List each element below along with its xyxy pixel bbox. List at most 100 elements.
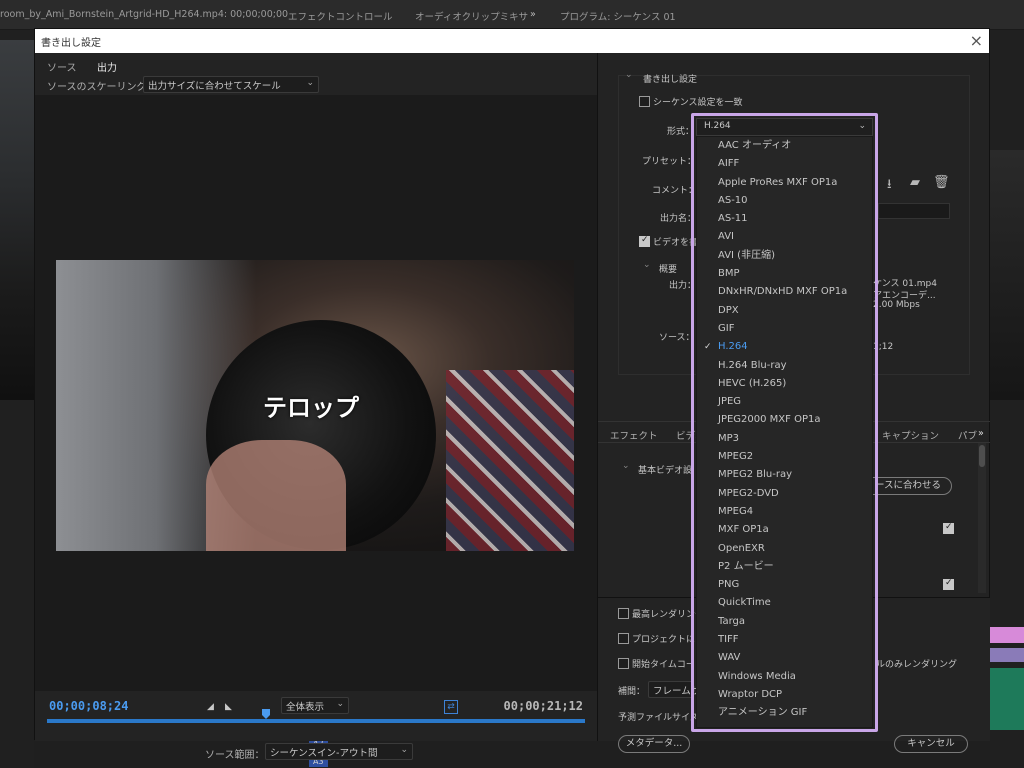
mark-out-icon[interactable]: ◣ — [225, 702, 232, 712]
source-tab[interactable]: room_by_Ami_Bornstein_Artgrid-HD_H264.mp… — [0, 9, 288, 20]
metadata-button[interactable]: メタデータ... — [618, 735, 690, 753]
format-option-label: MPEG2 — [718, 451, 754, 463]
timeline-clip-video-2[interactable] — [990, 648, 1024, 662]
format-option[interactable]: Apple ProRes MXF OP1a — [697, 174, 872, 192]
summary-output-line3: 2.00 Mbps — [873, 300, 920, 310]
format-option-label: MPEG4 — [718, 505, 754, 517]
format-option[interactable]: MP3 — [697, 430, 872, 448]
zoom-select[interactable]: 全体表示 ⌄ — [281, 697, 349, 714]
format-option[interactable]: MPEG2-DVD — [697, 485, 872, 503]
format-option[interactable]: AS-10 — [697, 192, 872, 210]
source-range-select[interactable]: シーケンスイン-アウト間 ⌄ — [265, 743, 413, 760]
audio-clip-mixer-tab[interactable]: オーディオクリップミキサ — [415, 9, 528, 23]
use-proxy-checkbox[interactable] — [618, 633, 629, 644]
format-option[interactable]: TIFF — [697, 631, 872, 649]
format-select[interactable]: H.264 ⌄ — [696, 118, 873, 136]
format-option-label: DPX — [718, 304, 739, 316]
format-option[interactable]: BMP — [697, 265, 872, 283]
timeline-track-area: A2 A3 — [34, 738, 990, 768]
format-option[interactable]: PNG — [697, 576, 872, 594]
dialog-titlebar: 書き出し設定 × — [35, 29, 989, 53]
delete-preset-icon[interactable]: 🗑 — [933, 175, 950, 190]
format-option-label: H.264 — [718, 341, 748, 353]
aspect-toggle-icon[interactable]: ⇄ — [444, 700, 458, 714]
cancel-button[interactable]: キャンセル — [894, 735, 968, 753]
tab-captions[interactable]: キャプション — [882, 428, 939, 442]
format-option[interactable]: MPEG2 Blu-ray — [697, 466, 872, 484]
collapse-chevron-icon[interactable]: ⌄ — [625, 70, 633, 80]
format-option[interactable]: WAV — [697, 649, 872, 667]
format-option[interactable]: DNxHR/DNxHD MXF OP1a — [697, 283, 872, 301]
format-option[interactable]: MPEG4 — [697, 503, 872, 521]
format-option[interactable]: アニメーション GIF — [697, 704, 872, 722]
effect-controls-tab[interactable]: エフェクトコントロール — [288, 9, 393, 23]
close-icon[interactable]: × — [970, 31, 983, 50]
timecode-row: 00;00;08;24 ◢ ◣ 全体表示 ⌄ ⇄ 00;00;21;12 — [35, 691, 597, 741]
section-title: 書き出し設定 — [643, 75, 698, 85]
tab-publish[interactable]: パブ — [958, 428, 977, 442]
format-option-label: QuickTime — [718, 597, 771, 609]
timeline-clip-audio[interactable] — [990, 668, 1024, 730]
save-preset-icon[interactable]: ⭳ — [887, 175, 892, 197]
format-option[interactable]: AIFF — [697, 155, 872, 173]
format-select-value: H.264 — [704, 121, 731, 131]
preview-pane: ソース 出力 ソースのスケーリング： 出力サイズに合わせてスケール ⌄ テロップ… — [35, 53, 597, 761]
format-option-label: MPEG2-DVD — [718, 487, 779, 499]
timeline-clip-video[interactable] — [990, 627, 1024, 643]
format-option-label: AAC オーディオ — [718, 140, 792, 151]
format-option[interactable]: HEVC (H.265) — [697, 375, 872, 393]
import-preset-icon[interactable]: ▰ — [910, 175, 920, 190]
panel-overflow-icon[interactable]: » — [530, 9, 536, 20]
program-monitor-tab[interactable]: プログラム: シーケンス 01 — [560, 9, 676, 23]
start-timecode-label: 開始タイムコー — [632, 660, 695, 670]
match-sequence-checkbox[interactable] — [639, 96, 650, 107]
tab-effects[interactable]: エフェクト — [610, 428, 658, 442]
format-option[interactable]: MPEG2 — [697, 448, 872, 466]
video-option-checkbox[interactable] — [943, 522, 954, 534]
max-render-checkbox[interactable] — [618, 608, 629, 619]
collapse-chevron-icon[interactable]: ⌄ — [622, 461, 630, 471]
format-option-label: AIFF — [718, 158, 740, 170]
format-option-label: H.264 Blu-ray — [718, 359, 787, 371]
format-option[interactable]: MXF OP1a — [697, 521, 872, 539]
format-option[interactable]: JPEG2000 MXF OP1a — [697, 411, 872, 429]
format-option-label: WAV — [718, 652, 741, 664]
scrub-bar[interactable] — [47, 719, 585, 723]
tabs-overflow-icon[interactable]: » — [978, 428, 984, 439]
collapse-chevron-icon[interactable]: ⌄ — [643, 260, 651, 270]
mark-in-icon[interactable]: ◢ — [207, 702, 214, 712]
format-option[interactable]: AVI (非圧縮) — [697, 247, 872, 265]
format-option[interactable]: Targa — [697, 613, 872, 631]
format-option[interactable]: JPEG — [697, 393, 872, 411]
playhead-icon[interactable] — [262, 709, 270, 719]
scrollbar-thumb[interactable] — [979, 445, 985, 467]
tab-source[interactable]: ソース — [47, 59, 77, 74]
source-monitor-image — [0, 40, 34, 400]
format-option[interactable]: QuickTime — [697, 594, 872, 612]
interpolation-label: 補間： — [618, 687, 646, 697]
chevron-down-icon: ⌄ — [400, 745, 408, 755]
current-timecode[interactable]: 00;00;08;24 — [49, 699, 128, 713]
format-option[interactable]: Wraptor DCP — [697, 686, 872, 704]
summary-label: 概要 — [659, 265, 678, 275]
video-option-checkbox-2[interactable] — [943, 578, 954, 590]
chevron-down-icon: ⌄ — [858, 121, 866, 131]
format-option[interactable]: ✓ H.264 — [697, 338, 872, 356]
format-option[interactable]: P2 ムービー — [697, 558, 872, 576]
format-option[interactable]: OpenEXR — [697, 540, 872, 558]
format-option[interactable]: Windows Media — [697, 668, 872, 686]
format-option[interactable]: H.264 Blu-ray — [697, 357, 872, 375]
scaling-select[interactable]: 出力サイズに合わせてスケール ⌄ — [143, 76, 319, 93]
comment-field[interactable] — [878, 203, 950, 219]
export-video-checkbox[interactable] — [639, 235, 650, 247]
format-option[interactable]: GIF — [697, 320, 872, 338]
scaling-value: 出力サイズに合わせてスケール — [148, 81, 281, 92]
format-option-label: TIFF — [718, 634, 739, 646]
format-option[interactable]: AAC オーディオ — [697, 137, 872, 155]
format-option-label: OpenEXR — [718, 542, 765, 554]
start-timecode-checkbox[interactable] — [618, 658, 629, 669]
format-option[interactable]: DPX — [697, 302, 872, 320]
interpolation-select[interactable]: フレームサ — [648, 681, 700, 698]
format-option[interactable]: AS-11 — [697, 210, 872, 228]
format-option[interactable]: AVI — [697, 228, 872, 246]
